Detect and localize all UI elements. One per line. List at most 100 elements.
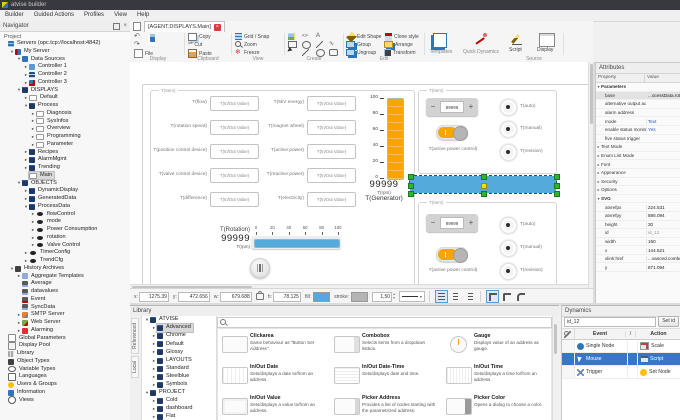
close-icon[interactable]: × [123, 22, 127, 30]
library-tree-row[interactable]: ▸dashboard [142, 405, 216, 413]
attribute-row[interactable]: alternative output address [596, 100, 680, 109]
roundrect-tool-button[interactable] [329, 49, 340, 56]
attribute-row[interactable]: y871.094 [596, 263, 680, 272]
attribute-value[interactable]: ...vanced.combobox [646, 256, 680, 261]
menu-item-help[interactable]: Help [132, 10, 154, 21]
x-field[interactable]: 1275.39 [139, 292, 169, 302]
tab-close-icon[interactable]: × [214, 24, 221, 31]
tree-row[interactable]: ▸Web Server [0, 319, 130, 327]
tree-row[interactable]: ▾ProcessData [0, 203, 130, 211]
selection-handle[interactable] [481, 174, 487, 180]
attribute-value[interactable]: id_12 [646, 230, 680, 235]
selection-handle[interactable] [481, 191, 487, 197]
edit-shape-button[interactable]: Edit Shape [346, 33, 381, 41]
library-tree-row[interactable]: ▾ATVISE [142, 316, 216, 324]
tree-row[interactable]: ▸Alarming [0, 327, 130, 335]
undo-button[interactable]: ↶ [134, 33, 140, 40]
tree-row[interactable]: ▾DISPLAYS [0, 87, 130, 95]
minus-button[interactable]: − [426, 98, 440, 116]
tree-row[interactable]: ▸Controller 3 [0, 79, 130, 87]
group-button[interactable]: Group [346, 41, 371, 48]
library-item-picker-color[interactable]: Picker ColorOpens a dialog to choose a c… [444, 394, 552, 420]
library-tree-row[interactable]: ▸Steelblue [142, 373, 216, 381]
dynamics-row-single-node[interactable]: Single NodeScale [562, 340, 680, 353]
library-tree-row[interactable]: ▸Glossy [142, 348, 216, 356]
tree-row[interactable]: Event [0, 296, 130, 304]
attribute-value[interactable]: 886.094 [646, 213, 680, 218]
slider-knob[interactable] [250, 258, 270, 278]
fill-color-swatch[interactable] [313, 292, 330, 302]
tree-row[interactable]: ▸SMTP Server [0, 311, 130, 319]
align-right-button[interactable] [463, 290, 476, 303]
library-item-in-out-time[interactable]: In/Out TimeSets/displays a time to/from … [444, 363, 552, 392]
copy-button[interactable]: Copy [188, 33, 211, 41]
tree-row[interactable]: Users & Groups [0, 381, 130, 389]
slider-track[interactable] [254, 239, 340, 248]
attribute-row[interactable]: height30 [596, 221, 680, 230]
ungroup-button[interactable]: Ungroup [346, 49, 376, 56]
circle-tool-button[interactable] [302, 41, 313, 49]
tree-row[interactable]: ▸Valve Control [0, 242, 130, 250]
templates-button[interactable] [433, 33, 447, 48]
document-tab[interactable]: [AGENT.DISPLAYS.Main] × [144, 21, 225, 32]
library-tree-row[interactable]: ▸LAYOUTS [142, 356, 216, 364]
image-tool-button[interactable] [288, 33, 297, 40]
display-button[interactable] [539, 33, 555, 47]
tree-row[interactable]: Information [0, 389, 130, 397]
clone-style-button[interactable]: Clone style [384, 33, 419, 41]
scrollbar-thumb[interactable] [554, 324, 557, 354]
tree-row[interactable]: ▸Parameter [0, 141, 130, 149]
stroke-width-spinner[interactable]: 1,50 ▴▾ [371, 292, 395, 302]
selection-handle[interactable] [408, 183, 414, 189]
attribute-value[interactable]: 871.094 [646, 265, 680, 270]
curve-tool-button[interactable]: ∿ [329, 41, 334, 48]
tree-row[interactable]: ▸DynamicDisplay [0, 187, 130, 195]
io-value-box[interactable]: T(In/Out Value) [307, 144, 356, 159]
dynamics-row-mouse[interactable]: Mouse Script [562, 353, 680, 366]
attribute-row[interactable]: ▾Parameters [596, 83, 680, 92]
library-item-combobox[interactable]: ComboboxSelects items from a dropdown li… [332, 332, 440, 361]
tree-row[interactable]: Variable Types [0, 366, 130, 374]
attribute-row[interactable]: ▸Options [596, 186, 680, 195]
align-center-button[interactable] [449, 290, 462, 303]
dynamics-event-cell[interactable]: Mouse [575, 353, 628, 365]
attribute-row[interactable]: ▾SVG [596, 195, 680, 204]
power-toggle-1[interactable] [436, 125, 468, 140]
tree-row[interactable]: ▸TimerConfig [0, 249, 130, 257]
power-toggle-2[interactable] [436, 247, 468, 262]
attribute-value[interactable]: 224.531 [646, 205, 680, 210]
io-value-box[interactable]: T(In/Out Value) [307, 120, 356, 135]
tree-row[interactable]: Global Parameters [0, 335, 130, 343]
element-id-field[interactable]: id_12 [564, 317, 656, 327]
dynamics-action-cell[interactable]: Scale [638, 340, 680, 352]
library-item-clickarea[interactable]: ClickareaSame behaviour as "Button Set A… [220, 332, 328, 361]
library-tree-row[interactable]: ▸Symbols [142, 381, 216, 389]
tree-row[interactable]: ▸Default [0, 94, 130, 102]
tree-row[interactable]: ▾History Archives [0, 265, 130, 273]
library-tree-row[interactable]: ▸Flat [142, 413, 216, 420]
library-tree-row[interactable]: ▸Chrome [142, 332, 216, 340]
selection-center-handle[interactable] [481, 183, 487, 189]
vertical-splitter[interactable] [593, 62, 595, 303]
selection-handle[interactable] [408, 174, 414, 180]
corner-round-button[interactable] [514, 290, 527, 303]
cut-button[interactable]: ✂ Cut [188, 41, 202, 48]
selection-handle[interactable] [554, 191, 560, 197]
quick-dynamics-button[interactable] [473, 33, 487, 46]
pin-icon[interactable] [113, 23, 120, 30]
attribute-row[interactable]: ▸Enum List Mode [596, 152, 680, 161]
library-tree-row[interactable]: ▸Cold [142, 397, 216, 405]
tree-row[interactable]: ▸Trending [0, 164, 130, 172]
radio-button[interactable] [500, 217, 517, 234]
stroke-color-swatch[interactable] [351, 292, 368, 302]
menu-item-profiles[interactable]: Profiles [79, 10, 109, 21]
attribute-row[interactable]: alarm address [596, 109, 680, 118]
library-scrollbar[interactable] [552, 316, 559, 420]
dynamics-action-cell[interactable]: Script [638, 353, 680, 365]
tree-row[interactable]: ▸SysInfos [0, 118, 130, 126]
aspect-lock-icon[interactable] [256, 293, 264, 300]
align-left-button[interactable] [435, 290, 448, 303]
save-button[interactable] [148, 34, 157, 46]
io-value-box[interactable]: T(In/Out Value) [307, 96, 356, 111]
dynamics-row-trigger[interactable]: TriggerSet Node [562, 366, 680, 379]
